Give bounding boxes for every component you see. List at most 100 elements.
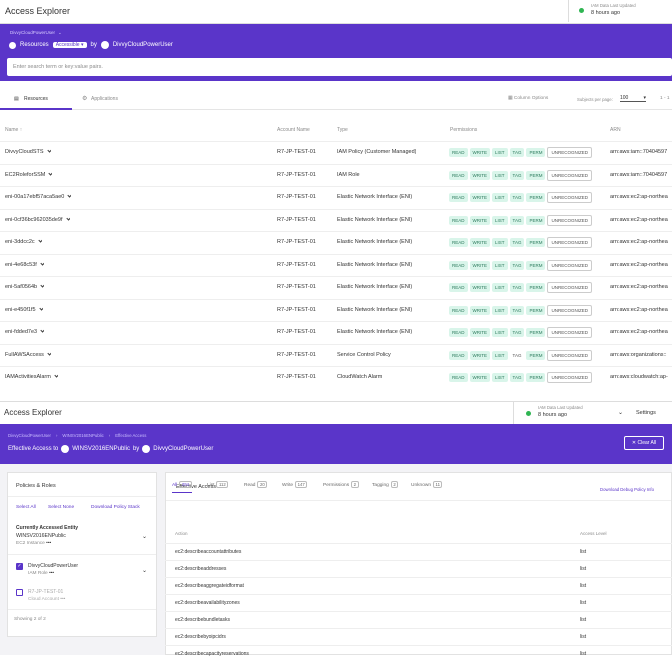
breadcrumb-item[interactable]: WINSV2016ENPublic — [62, 433, 103, 438]
download-policy-stack-link[interactable]: Download Policy Stack — [91, 505, 140, 510]
accessible-dropdown[interactable]: Accessible ▾ — [52, 42, 87, 48]
search-input[interactable]: Enter search term or key:value pairs. — [7, 58, 672, 76]
tab-tagging[interactable]: Tagging 2 — [372, 481, 399, 488]
chevron-down-icon[interactable] — [54, 374, 58, 378]
resource-name[interactable]: eni-00a17ebf57aca5ae0 — [5, 194, 64, 200]
chevron-down-icon[interactable] — [40, 284, 45, 288]
updated-label: IAM Data Last Updated — [538, 405, 583, 410]
more-icon[interactable]: ••• — [46, 541, 51, 546]
resource-name[interactable]: EC2RoleforSSM — [5, 172, 45, 178]
table-row[interactable]: eni-3ddcc2c R7-JP-TEST-01 Elastic Network … — [0, 231, 672, 253]
resource-type: Service Control Policy — [337, 351, 391, 358]
tab-applications[interactable]: ⚙ Applications — [80, 88, 150, 110]
col-type[interactable]: Type — [337, 127, 348, 133]
col-arn[interactable]: ARN — [610, 127, 621, 133]
col-access-level[interactable]: Access Level — [580, 531, 607, 536]
select-none-link[interactable]: Select None — [48, 505, 74, 510]
table-row[interactable]: eni-00a17ebf57aca5ae0 R7-JP-TEST-01 Elasti… — [0, 186, 672, 208]
chevron-down-icon[interactable]: ⌄ — [142, 567, 147, 574]
permission-chip-perm: PERM — [526, 170, 546, 180]
tab-read[interactable]: Read 20 — [244, 481, 268, 488]
permission-chip-unrecognized: UNRECOGNIZED — [547, 282, 592, 293]
chevron-down-icon[interactable] — [38, 306, 43, 311]
settings-button[interactable]: Settings — [636, 410, 656, 416]
col-action[interactable]: Action — [175, 531, 188, 536]
resource-name[interactable]: eni-0cf36bc962035de9f — [5, 217, 63, 223]
resource-name[interactable]: eni-4e68c53f — [5, 262, 37, 268]
breadcrumb-item[interactable]: DivvyCloudPowerUser — [8, 433, 51, 438]
permission-chips: READ WRITE LIST TAG PERM UNRECOGNIZED — [449, 282, 594, 293]
table-row[interactable]: eni-0cf36bc962035de9f R7-JP-TEST-01 Elasti… — [0, 208, 672, 231]
chevron-down-icon[interactable]: ⌄ — [142, 533, 147, 540]
table-row[interactable]: FullAWSAccess R7-JP-TEST-01 Service Contro… — [0, 343, 672, 366]
permission-chip-unrecognized: UNRECOGNIZED — [547, 192, 592, 203]
more-icon[interactable]: ••• — [49, 571, 54, 576]
resource-type: Elastic Network Interface (ENI) — [337, 194, 413, 200]
last-updated-panel[interactable]: IAM Data Last Updated 8 hours ago ⌄ — [513, 402, 633, 425]
tab-resources[interactable]: ▤ Resources — [0, 88, 72, 110]
table-row[interactable]: ec2:describebundletasks list — [165, 611, 672, 627]
table-row[interactable]: DivvyCloudSTS R7-JP-TEST-01 IAM Policy (Cu… — [0, 141, 672, 163]
table-row[interactable]: eni-5af0564b R7-JP-TEST-01 Elastic Network… — [0, 276, 672, 298]
resource-name[interactable]: IAMActivitiesAlarm — [5, 374, 51, 380]
permission-chip-read: READ — [449, 283, 468, 292]
resource-type: Elastic Network Interface (ENI) — [337, 239, 413, 245]
filter-user[interactable]: DivvyCloudPowerUser — [113, 42, 173, 48]
breadcrumb[interactable]: DivvyCloudPowerUser ⌄ — [10, 30, 62, 36]
chevron-down-icon[interactable] — [38, 239, 42, 243]
resource-name[interactable]: FullAWSAccess — [5, 352, 44, 358]
resource-name[interactable]: eni-3ddcc2c — [5, 239, 35, 245]
tab-permissions[interactable]: Permissions 2 — [323, 481, 359, 488]
resource-arn: arn:aws:ec2:ap-northea — [610, 261, 668, 268]
updated-value: 8 hours ago — [538, 412, 568, 418]
table-row[interactable]: ec2:describeaggregateidformat list — [165, 577, 672, 593]
download-debug-link[interactable]: Download Debug Policy Info — [600, 487, 654, 492]
select-all-link[interactable]: Select All — [16, 505, 36, 510]
more-icon[interactable]: ••• — [60, 597, 65, 602]
chevron-down-icon[interactable] — [46, 149, 51, 153]
col-name[interactable]: Name ↑ — [5, 127, 22, 133]
chevron-down-icon[interactable] — [47, 351, 51, 356]
table-row[interactable]: EC2RoleforSSM R7-JP-TEST-01 IAM Role arn:aw… — [0, 163, 672, 186]
chevron-down-icon[interactable] — [48, 171, 53, 176]
resource-name[interactable]: DivvyCloudSTS — [5, 149, 44, 155]
tab-list[interactable]: List 112 — [207, 481, 229, 488]
chevron-down-icon[interactable] — [40, 329, 45, 333]
updated-label: IAM Data Last Updated — [591, 3, 636, 8]
resource-name-cell: eni-4e68c53f — [5, 261, 44, 268]
table-row[interactable]: ec2:describebyoipcidrs list — [165, 628, 672, 644]
resource-name[interactable]: eni-e450f1f5 — [5, 307, 36, 313]
tab-count: 147 — [295, 481, 308, 488]
column-options-button[interactable]: ▦ Column Options — [508, 96, 548, 101]
resource-account: R7-JP-TEST-01 — [277, 239, 316, 245]
table-row[interactable]: eni-fdded7e3 R7-JP-TEST-01 Elastic Network… — [0, 321, 672, 343]
table-row[interactable]: ec2:describeaddresses list — [165, 560, 672, 576]
clear-all-button[interactable]: ✕ Clear All — [624, 436, 664, 450]
filter-resources[interactable]: Resources — [20, 42, 49, 48]
resource-name[interactable]: eni-fdded7e3 — [5, 329, 37, 335]
col-permissions[interactable]: Permissions — [450, 127, 477, 133]
resource-name[interactable]: eni-5af0564b — [5, 284, 37, 290]
col-account[interactable]: Account Name — [277, 127, 310, 133]
table-row[interactable]: eni-4e68c53f R7-JP-TEST-01 Elastic Network… — [0, 253, 672, 276]
divider — [166, 500, 671, 501]
resource-name-cell: eni-00a17ebf57aca5ae0 — [5, 194, 72, 200]
table-row[interactable]: ec2:describeaccountattributes list — [165, 543, 672, 559]
table-row[interactable]: IAMActivitiesAlarm R7-JP-TEST-01 CloudWatc… — [0, 366, 672, 388]
list-icon: ▤ — [14, 96, 19, 102]
chevron-down-icon[interactable] — [40, 261, 44, 266]
breadcrumb-item: Effective Access — [115, 433, 147, 438]
permission-chips: READ WRITE LIST TAG PERM UNRECOGNIZED — [449, 237, 594, 248]
table-row[interactable]: ec2:describecapacityreservations list — [165, 645, 672, 661]
tab-all[interactable]: All 294 — [172, 481, 192, 493]
chevron-down-icon[interactable] — [65, 216, 70, 221]
entity-checkbox[interactable] — [16, 589, 23, 596]
tab-write[interactable]: Write 147 — [282, 481, 308, 488]
table-row[interactable]: ec2:describeavailabilityzones list — [165, 594, 672, 610]
table-row[interactable]: eni-e450f1f5 R7-JP-TEST-01 Elastic Network… — [0, 298, 672, 321]
entity-checkbox-checked[interactable]: ✓ — [16, 563, 23, 570]
per-page-select[interactable]: 100 ▾ — [620, 95, 646, 102]
chevron-down-icon[interactable] — [67, 194, 72, 198]
tab-unknown[interactable]: Unknown 11 — [411, 481, 443, 488]
policies-panel: Policies & Roles Select All Select None … — [7, 472, 157, 637]
